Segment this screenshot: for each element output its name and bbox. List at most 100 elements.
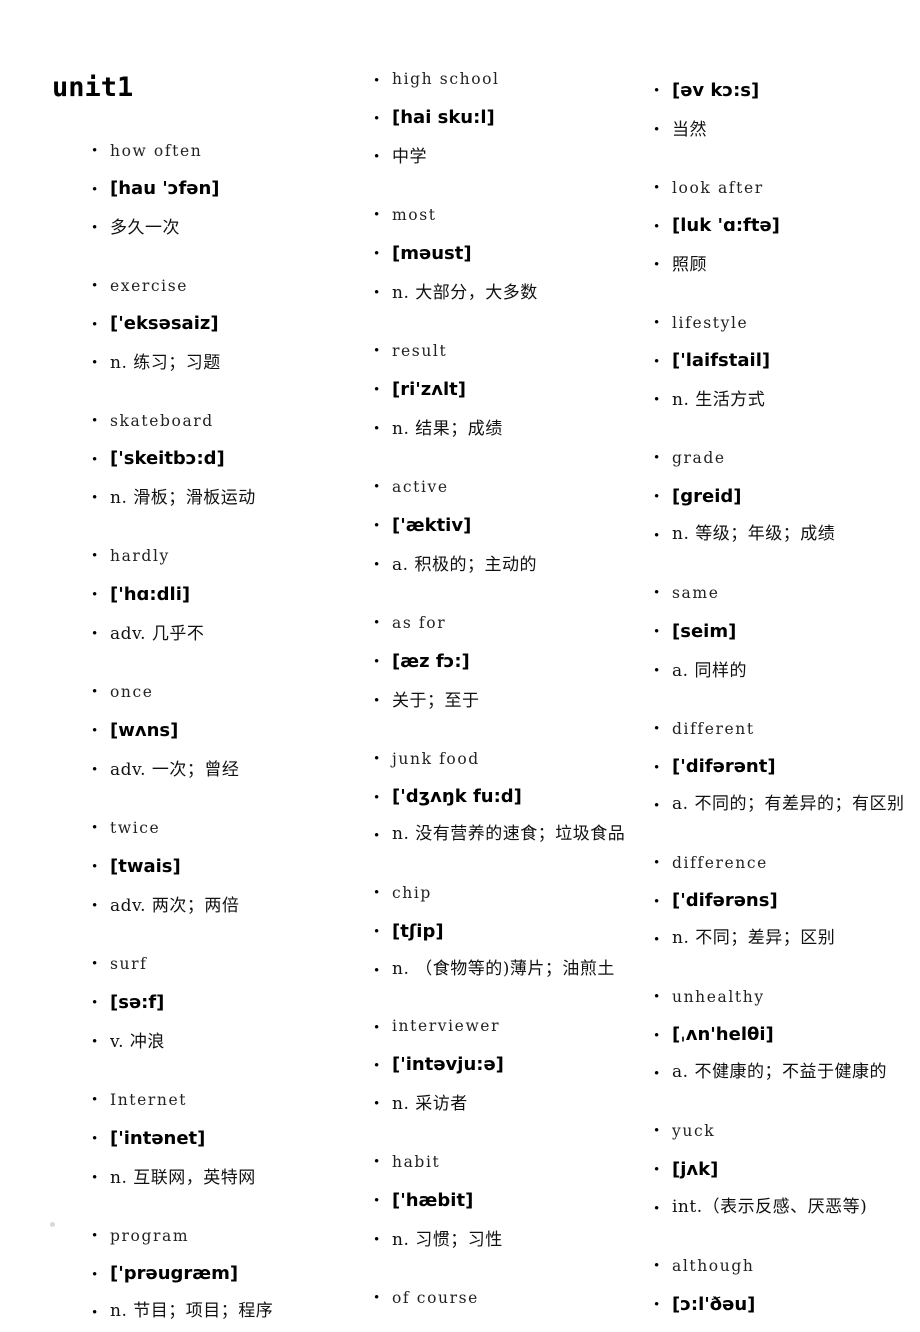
bullet-icon: • (92, 317, 98, 333)
vocab-cn-line: • n. 练习；习题 (88, 344, 350, 383)
vocab-en-line: • habit (370, 1143, 632, 1182)
vocab-en-line: • high school (370, 62, 632, 100)
bullet-icon: • (654, 219, 660, 235)
vocab-ipa-text: ['skeitbɔ:d] (110, 448, 225, 469)
bullet-icon: • (654, 1297, 660, 1313)
bullet-icon: • (92, 548, 98, 564)
bullet-icon: • (374, 246, 380, 262)
bullet-icon: • (374, 382, 380, 398)
vocab-ipa-text: [ˌʌn'helθi] (672, 1024, 774, 1045)
vocab-cn-line: • adv. 一次；曾经 (88, 751, 350, 790)
vocab-cn-text: a. 不同的；有差异的；有区别 (672, 794, 905, 814)
vocab-en-line: • although (650, 1247, 918, 1286)
vocab-ipa-text: ['dʒʌŋk fu:d] (392, 786, 522, 807)
vocab-ipa-text: [wʌns] (110, 720, 179, 741)
vocab-cn-line: • n. 大部分，大多数 (370, 274, 632, 313)
vocab-ipa-line: • ['skeitbɔ:d] (88, 441, 350, 479)
vocab-ipa-line: • [twais] (88, 848, 350, 887)
bullet-icon: • (92, 1092, 98, 1108)
vocab-en-line: • different (650, 710, 918, 749)
vocab-ipa-text: [jʌk] (672, 1159, 719, 1180)
vocab-cn-text: adv. 两次；两倍 (110, 896, 240, 916)
vocab-ipa-text: [twais] (110, 856, 181, 877)
vocab-ipa-text: ['hæbit] (392, 1190, 474, 1211)
vocab-en-text: look after (672, 179, 764, 197)
vocab-en-line: • difference (650, 844, 918, 883)
bullet-icon: • (654, 315, 660, 331)
bullet-icon: • (654, 1201, 660, 1217)
bullet-icon: • (92, 820, 98, 836)
vocab-entry-group: • difference • ['difərəns] • n. 不同；差异；区别 (650, 844, 918, 959)
bullet-icon: • (374, 1290, 380, 1306)
vocab-en-text: hardly (110, 547, 170, 565)
vocab-ipa-line: • ['laifstail] (650, 343, 918, 381)
bullet-icon: • (92, 143, 98, 159)
vocab-entry-group: • different • ['difərənt] • a. 不同的；有差异的；有区别 (650, 710, 918, 825)
vocab-cn-text: n. （食物等的)薄片；油煎土 (392, 959, 615, 979)
vocab-en-line: • active (370, 468, 632, 507)
bullet-icon: • (92, 1228, 98, 1244)
vocab-en-text: result (392, 342, 448, 360)
vocab-cn-text: n. 结果；成绩 (392, 419, 503, 439)
vocab-entry-group: • active • ['æktiv] • a. 积极的；主动的 (370, 468, 632, 585)
vocab-ipa-text: [əv kɔ:s] (672, 80, 760, 101)
vocab-cn-text: n. 大部分，大多数 (392, 283, 538, 303)
vocab-entry-group: • result • [ri'zʌlt] • n. 结果；成绩 (370, 332, 632, 449)
bullet-icon: • (374, 421, 380, 437)
bullet-icon: • (92, 490, 98, 506)
bullet-icon: • (654, 663, 660, 679)
vocab-entry-group: • unhealthy • [ˌʌn'helθi] • a. 不健康的；不益于健康的 (650, 978, 918, 1093)
vocab-ipa-text: ['difərəns] (672, 890, 778, 911)
bullet-icon: • (654, 932, 660, 948)
word-column-2: • high school • [hai sku:l] • 中学 • most • [məust]… (370, 0, 632, 1318)
vocab-en-text: lifestyle (672, 314, 749, 332)
vocab-entry-group: • skateboard • ['skeitbɔ:d] • n. 滑板；滑板运动 (88, 402, 350, 518)
vocab-cn-line: • n. 不同；差异；区别 (650, 921, 918, 959)
vocab-cn-text: n. 采访者 (392, 1094, 468, 1114)
word-column-3: • [əv kɔ:s] • 当然 • look after • [luk 'ɑ:ftə] • 照顾… (650, 0, 918, 1325)
vocab-cn-text: adv. 几乎不 (110, 624, 205, 644)
vocab-ipa-text: [greid] (672, 486, 742, 507)
vocab-entry-group: • [əv kɔ:s] • 当然 (650, 72, 918, 150)
vocab-cn-line: • a. 积极的；主动的 (370, 546, 632, 585)
vocab-ipa-text: [hau 'ɔfən] (110, 178, 220, 199)
vocab-cn-text: n. 互联网，英特网 (110, 1168, 256, 1188)
vocab-en-line: • once (88, 673, 350, 712)
bullet-icon: • (374, 751, 380, 767)
vocab-en-line: • lifestyle (650, 304, 918, 343)
vocab-cn-text: 照顾 (672, 255, 707, 275)
vocab-entry-group: • same • [seim] • a. 同样的 (650, 574, 918, 691)
vocab-en-line: • how often (88, 132, 350, 171)
bullet-icon: • (374, 73, 380, 89)
vocab-ipa-line: • [tʃip] (370, 913, 632, 952)
vocab-en-text: exercise (110, 277, 189, 295)
vocab-ipa-line: • [sə:f] (88, 984, 350, 1023)
vocab-entry-group: • twice • [twais] • adv. 两次；两倍 (88, 809, 350, 926)
bullet-icon: • (374, 1154, 380, 1170)
vocab-cn-line: • a. 不健康的；不益于健康的 (650, 1055, 918, 1093)
vocab-ipa-text: [ɔ:l'ðəu] (672, 1294, 756, 1315)
bullet-icon: • (654, 624, 660, 640)
vocab-cn-line: • n. 互联网，英特网 (88, 1159, 350, 1198)
bullet-icon: • (92, 898, 98, 914)
vocab-en-line: • Internet (88, 1081, 350, 1120)
vocab-en-line: • most (370, 196, 632, 235)
bullet-icon: • (92, 587, 98, 603)
bullet-icon: • (92, 762, 98, 778)
vocab-entry-group: • chip • [tʃip] • n. （食物等的)薄片；油煎土 (370, 874, 632, 990)
vocab-entry-group: • surf • [sə:f] • v. 冲浪 (88, 945, 350, 1062)
bullet-icon: • (92, 956, 98, 972)
vocab-ipa-line: • [greid] (650, 478, 918, 517)
vocab-ipa-line: • [æz fɔ:] (370, 643, 632, 682)
bullet-icon: • (654, 1258, 660, 1274)
vocab-cn-text: n. 习惯；习性 (392, 1230, 503, 1250)
bullet-icon: • (92, 413, 98, 429)
bullet-icon: • (92, 1170, 98, 1186)
bullet-icon: • (374, 654, 380, 670)
vocab-en-line: • program (88, 1217, 350, 1256)
vocab-cn-text: adv. 一次；曾经 (110, 760, 240, 780)
vocab-ipa-line: • [wʌns] (88, 712, 350, 751)
vocab-en-text: same (672, 584, 720, 602)
vocab-en-line: • junk food (370, 740, 632, 779)
vocab-en-text: difference (672, 854, 768, 872)
